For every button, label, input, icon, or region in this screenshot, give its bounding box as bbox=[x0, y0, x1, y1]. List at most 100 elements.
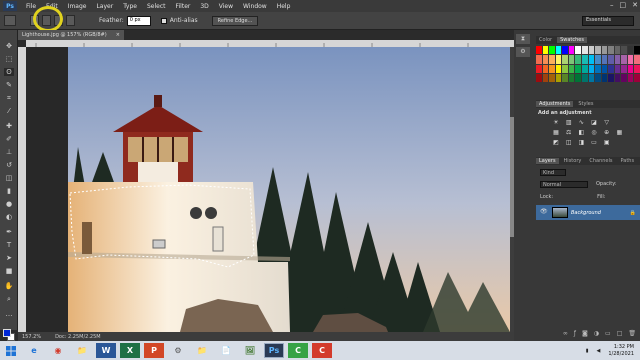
tab-layers[interactable]: Layers bbox=[536, 158, 559, 164]
swatch[interactable] bbox=[536, 55, 542, 64]
invert-icon[interactable]: ◩ bbox=[552, 139, 560, 146]
curves-icon[interactable]: ∿ bbox=[577, 119, 585, 126]
black-white-icon[interactable]: ◧ bbox=[577, 129, 585, 136]
swatch[interactable] bbox=[621, 55, 627, 64]
swatch[interactable] bbox=[568, 73, 575, 82]
taskbar-excel-icon[interactable]: X bbox=[120, 343, 140, 358]
visibility-eye-icon[interactable]: 👁 bbox=[540, 208, 548, 215]
swatch[interactable] bbox=[601, 46, 608, 55]
properties-panel-icon[interactable]: ⚙ bbox=[516, 47, 530, 57]
taskbar-folder-icon[interactable]: 📁 bbox=[192, 343, 212, 358]
eyedropper-tool-icon[interactable]: ⁄ bbox=[4, 107, 14, 115]
link-layers-icon[interactable]: ∞ bbox=[563, 330, 568, 339]
swatch[interactable] bbox=[542, 55, 549, 64]
new-layer-icon[interactable]: □ bbox=[617, 330, 623, 339]
swatch[interactable] bbox=[581, 46, 588, 55]
zoom-tool-icon[interactable]: ⌕ bbox=[4, 295, 14, 303]
swatch[interactable] bbox=[575, 55, 581, 64]
tab-color[interactable]: Color bbox=[536, 37, 555, 43]
trash-icon[interactable]: 🗑 bbox=[628, 330, 636, 339]
swatch[interactable] bbox=[595, 64, 601, 73]
quick-select-tool-icon[interactable]: ✎ bbox=[4, 81, 14, 89]
new-group-icon[interactable]: ▭ bbox=[605, 330, 611, 339]
swatch[interactable] bbox=[595, 73, 601, 82]
pen-tool-icon[interactable]: ✒ bbox=[4, 228, 14, 236]
document-close-icon[interactable]: × bbox=[116, 32, 120, 38]
swatch[interactable] bbox=[536, 64, 542, 73]
swatch[interactable] bbox=[621, 73, 627, 82]
swatch[interactable] bbox=[601, 73, 608, 82]
eraser-tool-icon[interactable]: ◫ bbox=[4, 174, 14, 182]
lighthouse-photo[interactable] bbox=[68, 47, 510, 332]
rectangle-tool-icon[interactable]: ■ bbox=[4, 267, 14, 275]
swatch[interactable] bbox=[581, 73, 588, 82]
taskbar-chrome-icon[interactable]: ◉ bbox=[48, 343, 68, 358]
maximize-button[interactable]: □ bbox=[620, 1, 627, 9]
swatch[interactable] bbox=[549, 73, 555, 82]
kind-filter-select[interactable]: Kind bbox=[540, 168, 566, 176]
swatch[interactable] bbox=[608, 55, 614, 64]
healing-brush-tool-icon[interactable]: ✚ bbox=[4, 122, 14, 130]
tab-swatches[interactable]: Swatches bbox=[557, 37, 587, 43]
swatch[interactable] bbox=[549, 46, 555, 55]
path-selection-tool-icon[interactable]: ➤ bbox=[4, 254, 14, 262]
taskbar-recorder-icon[interactable]: C bbox=[312, 343, 332, 358]
swatch[interactable] bbox=[614, 64, 621, 73]
swatch[interactable] bbox=[614, 55, 621, 64]
swatch[interactable] bbox=[634, 73, 640, 82]
network-icon[interactable]: ▮ bbox=[586, 348, 589, 354]
clone-stamp-tool-icon[interactable]: ⊥ bbox=[4, 148, 14, 156]
swatch[interactable] bbox=[627, 64, 634, 73]
swatch[interactable] bbox=[601, 64, 608, 73]
antialias-checkbox[interactable] bbox=[160, 17, 167, 24]
exposure-icon[interactable]: ◪ bbox=[590, 119, 598, 126]
swatch[interactable] bbox=[549, 55, 555, 64]
selective-color-icon[interactable]: ▣ bbox=[603, 139, 611, 146]
swatch[interactable] bbox=[542, 73, 549, 82]
taskbar-settings-icon[interactable]: ⚙ bbox=[168, 343, 188, 358]
taskbar-photoshop-icon[interactable]: Ps bbox=[264, 343, 284, 358]
swatch[interactable] bbox=[634, 55, 640, 64]
swatch[interactable] bbox=[536, 46, 542, 55]
swatch[interactable] bbox=[588, 55, 595, 64]
swatch[interactable] bbox=[634, 46, 640, 55]
swatch[interactable] bbox=[621, 46, 627, 55]
levels-icon[interactable]: ▥ bbox=[565, 119, 573, 126]
swatch[interactable] bbox=[562, 73, 568, 82]
swatch[interactable] bbox=[575, 64, 581, 73]
swatch[interactable] bbox=[555, 55, 562, 64]
minimize-button[interactable]: – bbox=[610, 1, 614, 9]
feather-input[interactable]: 0 px bbox=[126, 15, 151, 26]
marquee-tool-icon[interactable]: ⬚ bbox=[4, 55, 14, 63]
taskbar-camtasia-icon[interactable]: C bbox=[288, 343, 308, 358]
menu-image[interactable]: Image bbox=[63, 3, 92, 10]
taskbar-powerpoint-icon[interactable]: P bbox=[144, 343, 164, 358]
color-lookup-icon[interactable]: ▦ bbox=[615, 129, 623, 136]
swatch[interactable] bbox=[588, 73, 595, 82]
intersect-selection-icon[interactable] bbox=[66, 15, 75, 26]
color-balance-icon[interactable]: ⚖ bbox=[565, 129, 573, 136]
swatch[interactable] bbox=[562, 46, 568, 55]
swatch[interactable] bbox=[601, 55, 608, 64]
tab-adjustments[interactable]: Adjustments bbox=[536, 101, 574, 107]
menu-filter[interactable]: Filter bbox=[171, 3, 196, 10]
swatch[interactable] bbox=[627, 73, 634, 82]
tab-styles[interactable]: Styles bbox=[575, 101, 596, 107]
swatch[interactable] bbox=[568, 64, 575, 73]
workspace-select[interactable]: Essentials bbox=[582, 16, 634, 26]
tab-history[interactable]: History bbox=[561, 158, 585, 164]
swatch[interactable] bbox=[542, 46, 549, 55]
posterize-icon[interactable]: ◫ bbox=[565, 139, 573, 146]
layer-name[interactable]: Background bbox=[571, 210, 601, 216]
swatch[interactable] bbox=[549, 64, 555, 73]
swatch[interactable] bbox=[568, 55, 575, 64]
swatch[interactable] bbox=[562, 64, 568, 73]
refine-edge-button[interactable]: Refine Edge... bbox=[211, 15, 259, 26]
threshold-icon[interactable]: ◨ bbox=[577, 139, 585, 146]
dodge-tool-icon[interactable]: ◐ bbox=[4, 213, 14, 221]
menu-help[interactable]: Help bbox=[272, 3, 296, 10]
swatch[interactable] bbox=[621, 64, 627, 73]
menu-window[interactable]: Window bbox=[238, 3, 272, 10]
swatch[interactable] bbox=[608, 64, 614, 73]
menu-3d[interactable]: 3D bbox=[195, 3, 213, 10]
